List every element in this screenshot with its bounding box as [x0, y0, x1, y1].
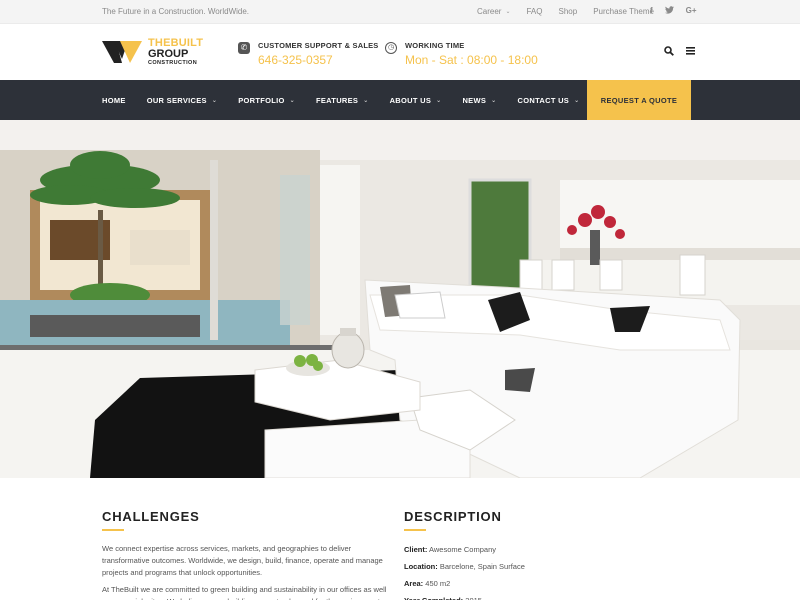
nav-item-contact-us[interactable]: CONTACT US ⌄ — [518, 96, 580, 105]
nav-list: HOME OUR SERVICES ⌄ PORTFOLIO ⌄ FEATURES ⌄ … — [102, 80, 600, 120]
chevron-down-icon: ⌄ — [491, 97, 497, 104]
interior-illustration — [0, 120, 800, 478]
clock-icon: ◷ — [385, 42, 397, 54]
challenges-paragraph-1: We connect expertise across services, ma… — [102, 544, 383, 577]
description-item-area: Area: 450 m2 — [404, 579, 451, 588]
support-label: CUSTOMER SUPPORT & SALES — [258, 41, 379, 50]
chevron-down-icon: ⌄ — [363, 97, 369, 104]
top-link-shop[interactable]: Shop — [559, 7, 578, 16]
support-info: ✆ CUSTOMER SUPPORT & SALES 646-325-0357 — [238, 41, 379, 67]
description-item-location: Location: Barcelone, Spain Surface — [404, 562, 525, 571]
description-list: Client: Awesome Company Location: Barcel… — [404, 544, 525, 600]
site-logo[interactable]: THEBUILT GROUP CONSTRUCTION — [102, 38, 203, 67]
menu-icon[interactable] — [686, 46, 695, 59]
description-heading: DESCRIPTION — [404, 509, 502, 524]
header-icons — [664, 46, 695, 59]
top-link-purchase-theme[interactable]: Purchase Theme — [593, 7, 654, 16]
facebook-icon[interactable]: f — [650, 6, 653, 16]
chevron-down-icon: ⌄ — [289, 97, 295, 104]
top-links: Career ⌄ FAQ Shop Purchase Theme — [477, 7, 654, 16]
twitter-icon[interactable] — [664, 6, 674, 16]
description-item-year: Year Completed: 2015 — [404, 595, 525, 600]
main-nav: HOME OUR SERVICES ⌄ PORTFOLIO ⌄ FEATURES ⌄ … — [0, 80, 800, 120]
logo-text: THEBUILT GROUP CONSTRUCTION — [148, 38, 203, 67]
challenges-paragraph-2: At TheBuilt we are committed to green bu… — [102, 585, 387, 600]
hours-info: ◷ WORKING TIME Mon - Sat : 08:00 - 18:00 — [385, 41, 538, 67]
nav-item-features[interactable]: FEATURES ⌄ — [316, 96, 369, 105]
description-item-client: Client: Awesome Company — [404, 545, 496, 554]
logo-line-3: CONSTRUCTION — [148, 60, 198, 66]
chevron-down-icon: ⌄ — [574, 97, 580, 104]
hero-image — [0, 120, 800, 478]
top-bar: The Future in a Construction. WorldWide.… — [0, 0, 800, 24]
nav-item-portfolio[interactable]: PORTFOLIO ⌄ — [238, 96, 295, 105]
challenges-heading: CHALLENGES — [102, 509, 200, 524]
social-links: f G+ — [650, 6, 697, 16]
google-plus-icon[interactable]: G+ — [686, 6, 697, 16]
request-quote-button[interactable]: REQUEST A QUOTE — [587, 80, 691, 120]
hours-label: WORKING TIME — [405, 41, 465, 50]
hours-value: Mon - Sat : 08:00 - 18:00 — [405, 53, 538, 67]
top-link-faq[interactable]: FAQ — [526, 7, 542, 16]
description-underline — [404, 529, 426, 531]
top-link-career[interactable]: Career ⌄ — [477, 7, 510, 16]
nav-item-news[interactable]: NEWS ⌄ — [462, 96, 496, 105]
nav-item-our-services[interactable]: OUR SERVICES ⌄ — [147, 96, 217, 105]
logo-mark-icon — [102, 39, 142, 65]
challenges-underline — [102, 529, 124, 531]
nav-item-home[interactable]: HOME — [102, 96, 126, 105]
support-phone[interactable]: 646-325-0357 — [258, 53, 379, 67]
site-header: THEBUILT GROUP CONSTRUCTION ✆ CUSTOMER S… — [0, 24, 800, 80]
tagline: The Future in a Construction. WorldWide. — [102, 7, 250, 16]
search-icon[interactable] — [664, 46, 674, 59]
chevron-down-icon: ⌄ — [505, 9, 511, 15]
chevron-down-icon: ⌄ — [211, 97, 218, 104]
chevron-down-icon: ⌄ — [436, 97, 442, 104]
phone-icon: ✆ — [238, 42, 250, 54]
logo-line-2: GROUP — [148, 48, 189, 60]
nav-item-about-us[interactable]: ABOUT US ⌄ — [390, 96, 442, 105]
